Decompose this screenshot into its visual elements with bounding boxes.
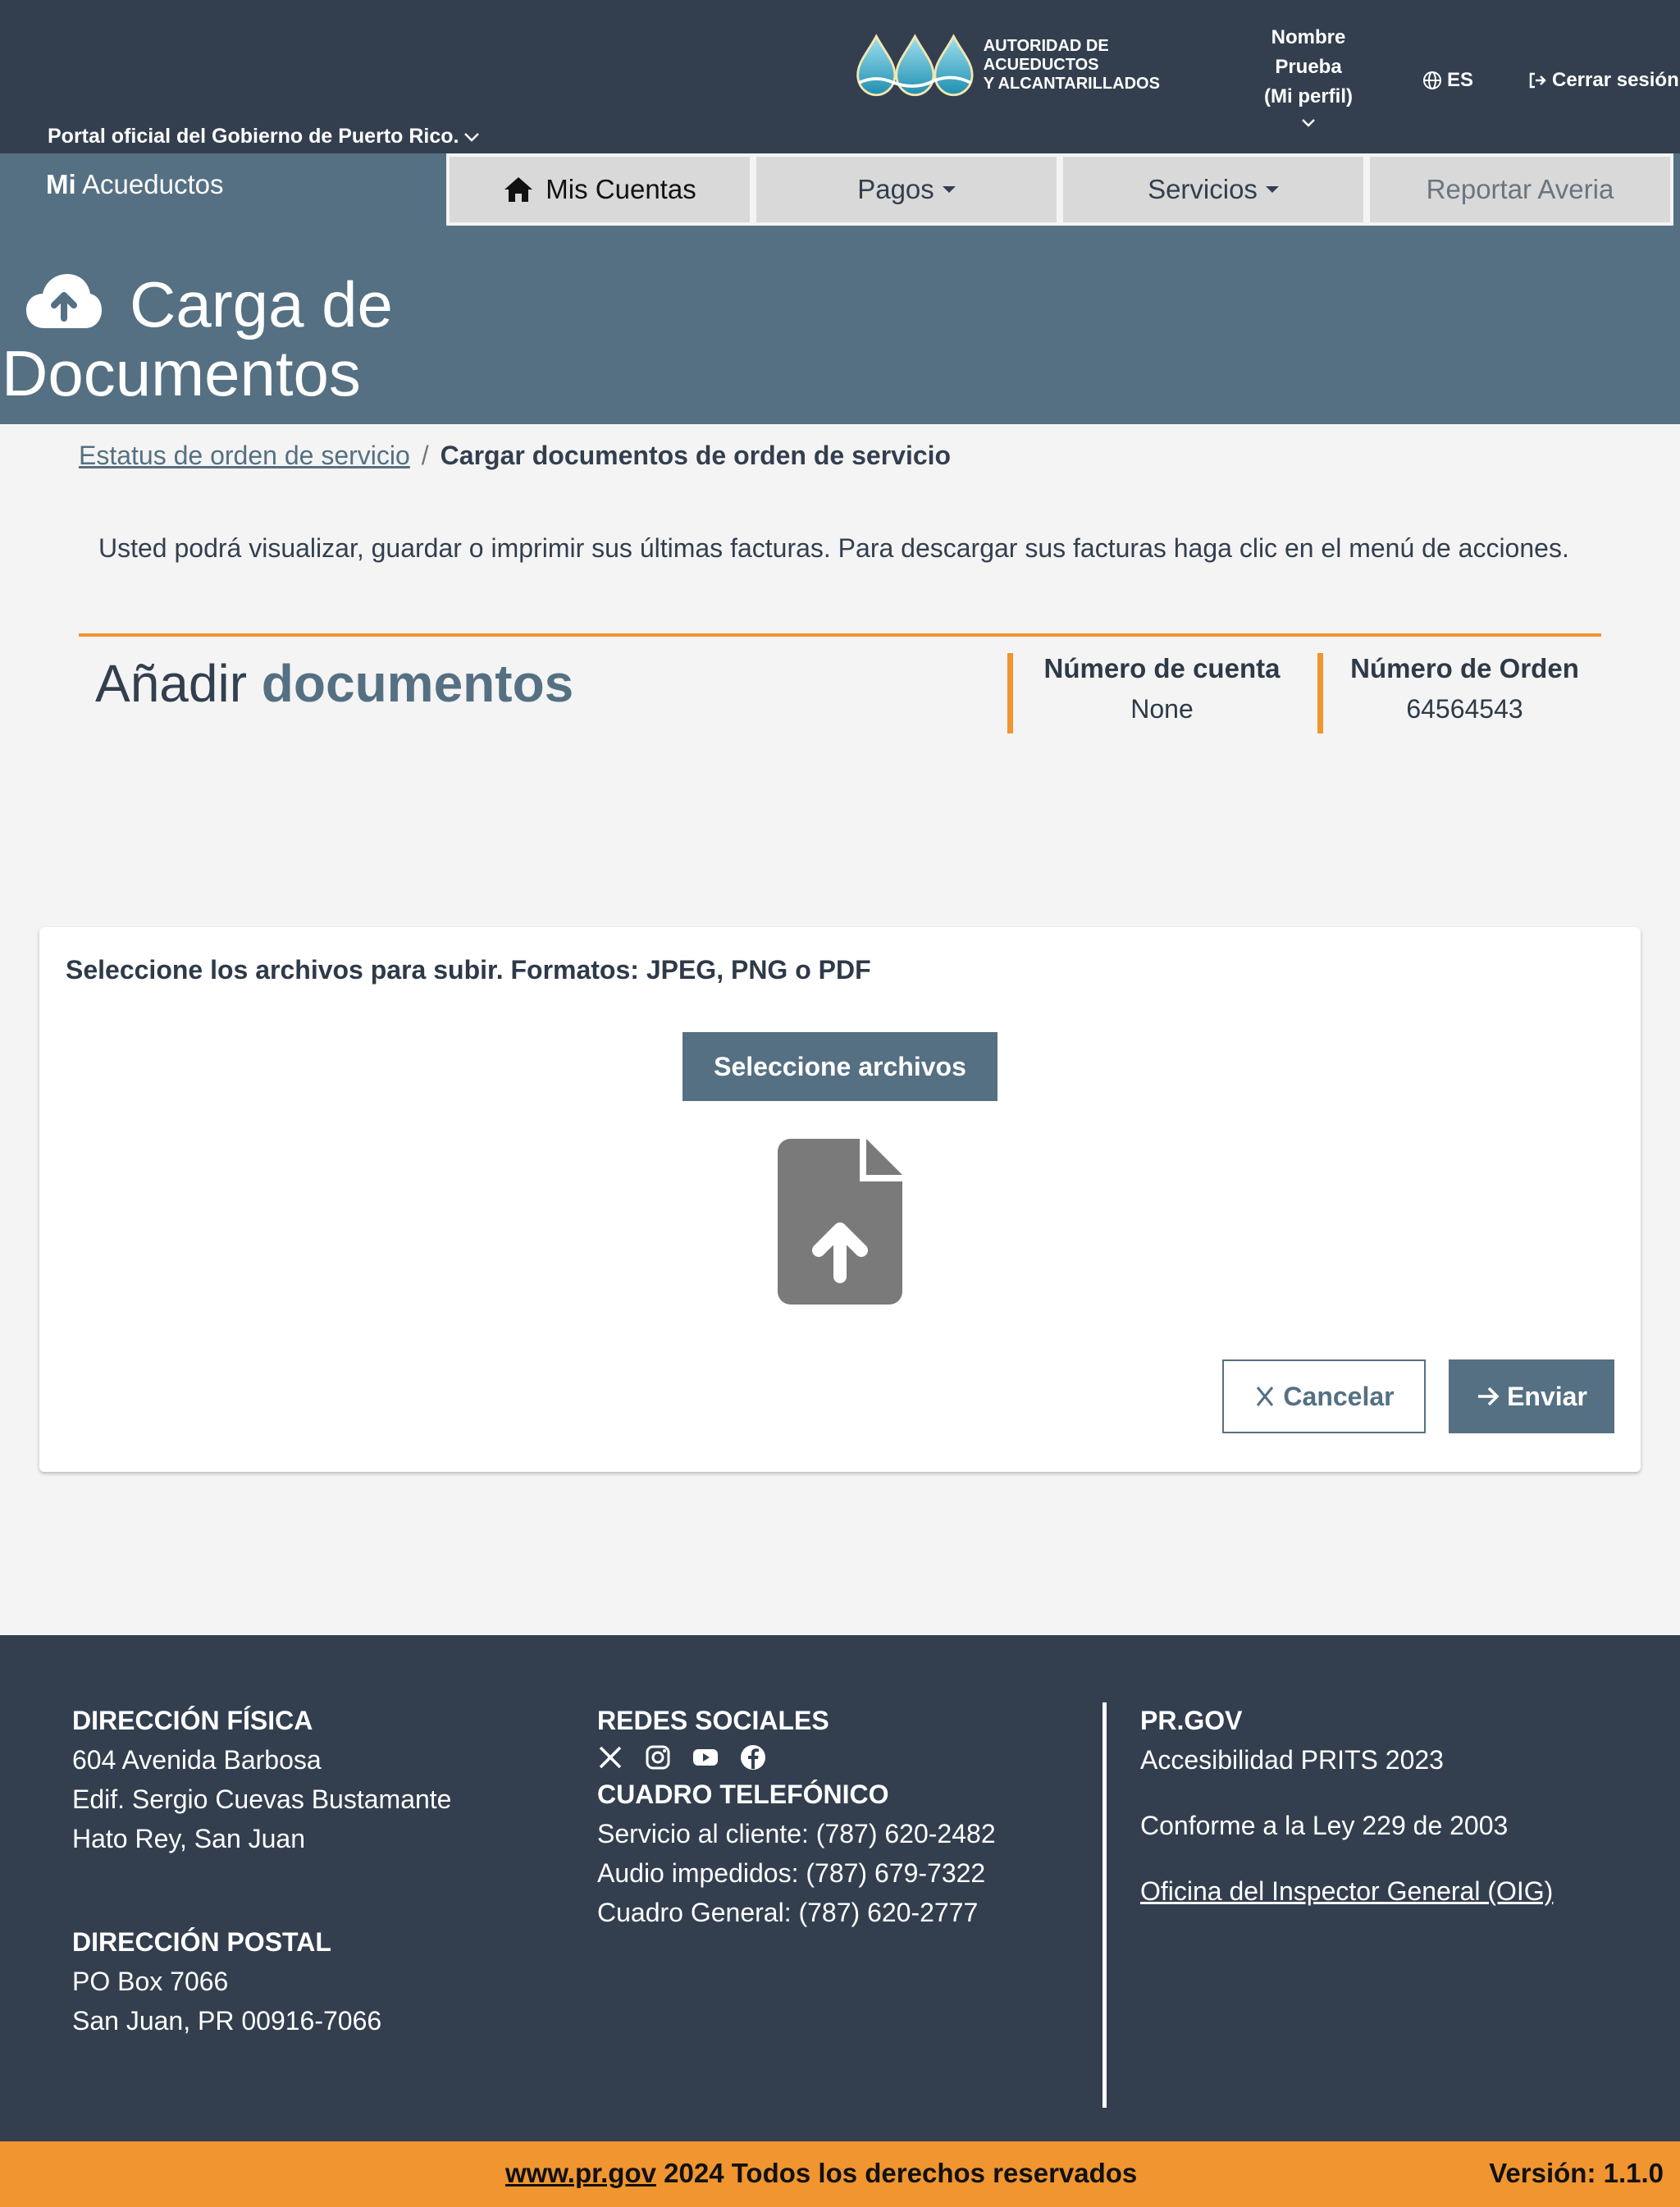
footer-physical-line: 604 Avenida Barbosa [72,1745,322,1775]
water-drops-logo-icon [856,34,974,97]
account-number-label: Número de cuenta [1043,653,1281,683]
footer-postal-line: San Juan, PR 00916-7066 [72,2006,382,2036]
footer-social-phone: REDES SOCIALES CUADRO TELEFÓNICO Servici… [597,1701,996,1932]
logo-text-line1: AUTORIDAD DE ACUEDUCTOS [983,36,1109,74]
upload-card: Seleccione los archivos para subir. Form… [39,927,1641,1472]
logout-icon [1529,72,1546,89]
nav-reportar-averia-label: Reportar Averia [1426,174,1614,204]
footer-physical-line: Hato Rey, San Juan [72,1824,306,1853]
globe-icon [1423,71,1441,89]
footer-physical-line: Edif. Sergio Cuevas Bustamante [72,1784,452,1814]
nav-servicios[interactable]: Servicios [1060,153,1367,226]
x-twitter-icon[interactable] [597,1744,623,1771]
profile-last-name: Prueba [1275,56,1342,78]
order-number-value: 64564543 [1406,694,1523,724]
nav-pagos-label: Pagos [857,174,934,204]
main-nav: Mis Cuentas Pagos Servicios Reportar Ave… [446,153,1680,226]
select-files-button[interactable]: Seleccione archivos [682,1032,998,1101]
section-title: Añadir documentos [95,653,573,714]
nav-mis-cuentas-label: Mis Cuentas [546,174,696,204]
logo-text: AUTORIDAD DE ACUEDUCTOS Y ALCANTARILLADO… [984,37,1214,94]
logout-label: Cerrar sesión [1552,69,1679,91]
footer-accessibility: Accesibilidad PRITS 2023 [1140,1745,1444,1775]
profile-link[interactable]: (Mi perfil) [1230,82,1386,112]
copyright: www.pr.gov 2024 Todos los derechos reser… [505,2158,1137,2189]
send-button[interactable]: Enviar [1449,1359,1614,1433]
section-title-bold: documentos [261,654,574,713]
footer-social-title: REDES SOCIALES [597,1706,829,1735]
order-number-label: Número de Orden [1350,653,1579,683]
app-brand[interactable]: Mi Acueductos [46,169,223,200]
nav-mis-cuentas[interactable]: Mis Cuentas [446,153,753,226]
footer-prgov-title: PR.GOV [1140,1706,1243,1735]
gov-portal-label: Portal oficial del Gobierno de Puerto Ri… [48,125,459,148]
bottom-bar: www.pr.gov 2024 Todos los derechos reser… [0,2141,1680,2207]
breadcrumb-link[interactable]: Estatus de orden de servicio [79,441,410,471]
footer-postal-line: PO Box 7066 [72,1967,229,1996]
file-upload-icon[interactable] [778,1139,902,1305]
footer-physical-title: DIRECCIÓN FÍSICA [72,1706,313,1735]
footer-law: Conforme a la Ley 229 de 2003 [1140,1811,1509,1840]
section-title-normal: Añadir [95,654,247,713]
chevron-down-icon [1302,119,1315,127]
nav-servicios-label: Servicios [1148,174,1258,204]
social-links [597,1740,996,1775]
footer-phone-line: Cuadro General: (787) 620-2777 [597,1898,979,1927]
upload-instructions: Seleccione los archivos para subir. Form… [66,955,871,985]
aaa-logo[interactable]: AUTORIDAD DE ACUEDUCTOS Y ALCANTARILLADO… [853,30,1214,100]
footer-phone-title: CUADRO TELEFÓNICO [597,1780,889,1809]
brand-text: Acueductos [82,169,224,199]
version-label: Versión: 1.1.0 [1489,2158,1664,2188]
footer-postal-address: DIRECCIÓN POSTAL PO Box 7066 San Juan, P… [72,1922,381,2040]
footer-phone-line: Audio impedidos: (787) 679-7322 [597,1858,986,1888]
caret-down-icon [1265,186,1279,193]
gov-portal-toggle[interactable]: Portal oficial del Gobierno de Puerto Ri… [48,125,482,149]
breadcrumb-separator: / [421,441,429,470]
nav-reportar-averia[interactable]: Reportar Averia [1367,153,1673,226]
prgov-link[interactable]: www.pr.gov [505,2158,656,2188]
cancel-button-label: Cancelar [1283,1381,1395,1411]
youtube-icon[interactable] [692,1744,719,1771]
cloud-upload-icon [26,274,102,328]
footer: DIRECCIÓN FÍSICA 604 Avenida Barbosa Edi… [0,1635,1680,2141]
instagram-icon[interactable] [645,1744,671,1771]
footer-postal-title: DIRECCIÓN POSTAL [72,1927,331,1957]
footer-prgov: PR.GOV Accesibilidad PRITS 2023 Conforme… [1140,1701,1553,1911]
copyright-text: 2024 Todos los derechos reservados [655,2158,1138,2188]
logout-button[interactable]: Cerrar sesión [1527,69,1679,92]
order-number-block: Número de Orden 64564543 [1317,653,1606,733]
page-title-line2: Documentos [2,337,361,409]
breadcrumb-current: Cargar documentos de orden de servicio [440,441,952,470]
brand-bold: Mi [46,169,76,199]
chevron-down-icon [464,132,480,142]
footer-phone-line: Servicio al cliente: (787) 620-2482 [597,1819,996,1848]
close-icon [1257,1387,1274,1406]
account-number-block: Número de cuenta None [1007,653,1311,733]
account-number-value: None [1130,694,1194,724]
facebook-icon[interactable] [740,1744,766,1771]
language-selector[interactable]: ES [1422,69,1473,92]
home-icon [504,177,533,202]
intro-text: Usted podrá visualizar, guardar o imprim… [98,533,1569,563]
send-button-label: Enviar [1507,1381,1587,1411]
section-divider [79,633,1601,637]
arrow-right-icon [1478,1387,1500,1406]
footer-divider [1102,1702,1107,2108]
language-label: ES [1447,69,1474,91]
breadcrumb: Estatus de orden de servicio / Cargar do… [79,441,951,471]
logo-text-line2: Y ALCANTARILLADOS [983,74,1160,93]
caret-down-icon [942,186,956,193]
cancel-button[interactable]: Cancelar [1222,1359,1426,1433]
profile-menu[interactable]: Nombre Prueba (Mi perfil) [1230,23,1386,131]
nav-pagos[interactable]: Pagos [753,153,1060,226]
footer-oig-link[interactable]: Oficina del Inspector General (OIG) [1140,1871,1553,1911]
page-title-line1: Carga de [130,268,393,340]
footer-physical-address: DIRECCIÓN FÍSICA 604 Avenida Barbosa Edi… [72,1701,451,1858]
profile-first-name: Nombre [1271,26,1346,48]
